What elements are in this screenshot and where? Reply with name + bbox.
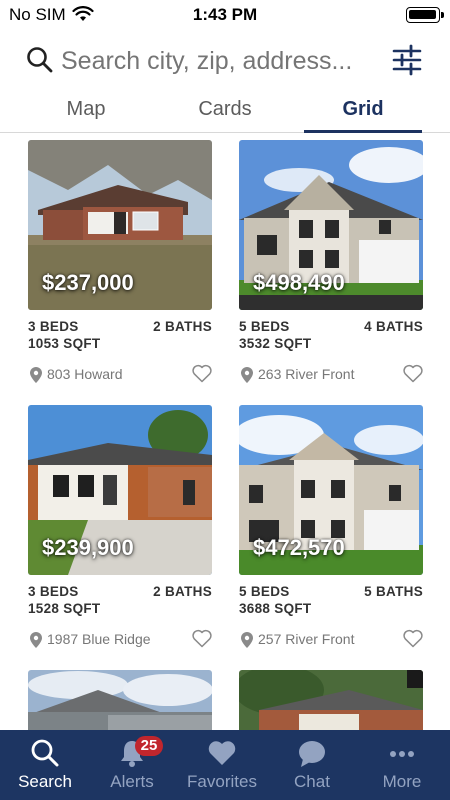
listing-card[interactable] — [239, 670, 423, 730]
baths-count: 5 BATHS — [364, 584, 423, 599]
active-tab-indicator — [304, 130, 422, 133]
bottom-tab-bar: Search Alerts 25 Favorites Chat More — [0, 730, 450, 800]
tabbar-item-alerts[interactable]: Alerts — [87, 730, 177, 800]
listing-photo[interactable] — [28, 670, 212, 730]
listing-card[interactable]: $237,000 3 BEDS 2 BATHS 1053 SQFT 803 Ho… — [28, 140, 212, 389]
listing-address-row: 803 Howard — [28, 361, 212, 389]
tabbar-item-chat[interactable]: Chat — [267, 730, 357, 800]
square-footage: 3532 SQFT — [239, 336, 312, 351]
beds-count: 5 BEDS — [239, 584, 290, 599]
beds-count: 5 BEDS — [239, 319, 290, 334]
listing-address-row: 257 River Front — [239, 626, 423, 654]
tabbar-label: Alerts — [110, 772, 154, 791]
tab-cards[interactable]: Cards — [166, 98, 284, 121]
listing-price: $472,570 — [253, 535, 345, 560]
battery-icon — [406, 7, 444, 23]
listing-address: 263 River Front — [258, 366, 355, 382]
listing-specs: 5 BEDS 5 BATHS 3688 SQFT — [239, 582, 423, 618]
chat-bubble-icon — [299, 741, 325, 767]
tabbar-item-more[interactable]: More — [357, 730, 447, 800]
baths-count: 2 BATHS — [153, 319, 212, 334]
listing-card[interactable]: $472,570 5 BEDS 5 BATHS 3688 SQFT 257 Ri… — [239, 405, 423, 654]
listing-address: 1987 Blue Ridge — [47, 631, 151, 647]
listing-card[interactable]: $239,900 3 BEDS 2 BATHS 1528 SQFT 1987 B… — [28, 405, 212, 654]
listing-address: 803 Howard — [47, 366, 123, 382]
listing-address-row: 263 River Front — [239, 361, 423, 389]
view-tabs: Map Cards Grid — [0, 90, 450, 133]
tab-grid[interactable]: Grid — [304, 98, 422, 121]
map-pin-icon — [241, 367, 253, 383]
tabbar-label: Favorites — [187, 772, 257, 791]
listing-price: $239,900 — [42, 535, 134, 560]
baths-count: 4 BATHS — [364, 319, 423, 334]
tab-map[interactable]: Map — [27, 98, 145, 121]
alerts-count-badge: 25 — [135, 736, 163, 756]
more-dots-icon — [390, 751, 414, 757]
map-pin-icon — [30, 632, 42, 648]
map-pin-icon — [241, 632, 253, 648]
favorite-heart-icon[interactable] — [403, 364, 423, 383]
search-bar — [0, 38, 450, 84]
listing-specs: 5 BEDS 4 BATHS 3532 SQFT — [239, 317, 423, 353]
beds-count: 3 BEDS — [28, 584, 79, 599]
listing-photo[interactable]: $239,900 — [28, 405, 212, 575]
square-footage: 1528 SQFT — [28, 601, 101, 616]
listing-photo[interactable] — [239, 670, 423, 730]
tabbar-label: More — [382, 772, 422, 791]
tabbar-item-search[interactable]: Search — [0, 730, 90, 800]
square-footage: 3688 SQFT — [239, 601, 312, 616]
listing-card[interactable] — [28, 670, 212, 730]
listing-specs: 3 BEDS 2 BATHS 1053 SQFT — [28, 317, 212, 353]
favorite-heart-icon[interactable] — [403, 629, 423, 648]
favorite-heart-icon[interactable] — [192, 364, 212, 383]
map-pin-icon — [30, 367, 42, 383]
listing-address: 257 River Front — [258, 631, 355, 647]
beds-count: 3 BEDS — [28, 319, 79, 334]
baths-count: 2 BATHS — [153, 584, 212, 599]
tabbar-item-favorites[interactable]: Favorites — [177, 730, 267, 800]
square-footage: 1053 SQFT — [28, 336, 101, 351]
listing-photo[interactable]: $472,570 — [239, 405, 423, 575]
listing-grid[interactable]: $237,000 3 BEDS 2 BATHS 1053 SQFT 803 Ho… — [0, 140, 450, 730]
listing-price: $237,000 — [42, 270, 134, 295]
search-input[interactable] — [61, 44, 381, 78]
search-icon — [31, 739, 59, 767]
tabbar-label: Search — [18, 772, 72, 791]
clock: 1:43 PM — [192, 5, 258, 24]
status-bar: No SIM 1:43 PM — [0, 0, 450, 30]
listing-price: $498,490 — [253, 270, 345, 295]
listing-photo[interactable]: $498,490 — [239, 140, 423, 310]
filter-sliders-icon[interactable] — [392, 44, 422, 76]
tabbar-label: Chat — [294, 772, 330, 791]
favorite-heart-icon[interactable] — [192, 629, 212, 648]
heart-icon — [208, 741, 236, 765]
listing-specs: 3 BEDS 2 BATHS 1528 SQFT — [28, 582, 212, 618]
search-icon — [27, 47, 53, 73]
listing-card[interactable]: $498,490 5 BEDS 4 BATHS 3532 SQFT 263 Ri… — [239, 140, 423, 389]
listing-photo[interactable]: $237,000 — [28, 140, 212, 310]
listing-address-row: 1987 Blue Ridge — [28, 626, 212, 654]
